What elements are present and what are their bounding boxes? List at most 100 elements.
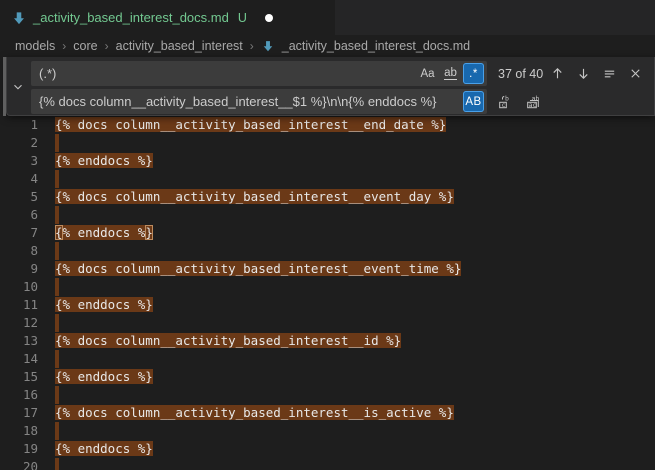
regex-toggle[interactable]: .*	[463, 63, 484, 84]
editor-code-line[interactable]: {% docs column__activity_based_interest_…	[55, 332, 401, 350]
line-number: 18	[0, 422, 38, 440]
whole-word-toggle[interactable]: ab	[440, 63, 461, 84]
markdown-file-icon	[262, 40, 274, 52]
whole-word-label: ab	[444, 68, 457, 80]
line-number: 5	[0, 188, 38, 206]
find-match-highlight[interactable]: {% enddocs %}	[55, 153, 153, 168]
editor-line: 14	[0, 350, 655, 368]
bracket-match-close[interactable]: }	[145, 225, 153, 240]
editor-line: 11{% enddocs %}	[0, 296, 655, 314]
find-match-highlight[interactable]: {% docs column__activity_based_interest_…	[55, 333, 401, 348]
line-number: 13	[0, 332, 38, 350]
find-match-highlight[interactable]: {% enddocs %}	[55, 297, 153, 312]
editor-code-line[interactable]	[55, 314, 59, 332]
editor-code-line[interactable]	[55, 206, 59, 224]
find-match-highlight[interactable]: {% enddocs %}	[55, 369, 153, 384]
editor-line: 12	[0, 314, 655, 332]
git-status-badge: U	[238, 11, 247, 25]
editor-code-line[interactable]	[55, 242, 59, 260]
replace-all-icon[interactable]: ab ac	[522, 91, 544, 113]
previous-match-button[interactable]	[546, 63, 568, 85]
editor-code-line[interactable]	[55, 170, 59, 188]
zero-width-match-highlight	[55, 386, 59, 404]
zero-width-match-highlight	[55, 458, 59, 470]
breadcrumb: models › core › activity_based_interest …	[0, 35, 655, 57]
zero-width-match-highlight	[55, 134, 59, 152]
editor-line: 17 {% docs column__activity_based_interes…	[0, 404, 655, 422]
zero-width-match-highlight	[55, 350, 59, 368]
find-in-selection-button[interactable]	[598, 63, 620, 85]
chevron-right-icon: ›	[105, 39, 109, 53]
editor-code-line[interactable]: {% enddocs %}	[55, 152, 153, 170]
editor-code-line[interactable]: {% docs column__activity_based_interest_…	[55, 188, 454, 206]
zero-width-match-highlight	[55, 278, 59, 296]
editor-line: 15{% enddocs %}	[0, 368, 655, 386]
editor-code-line[interactable]: {% enddocs %}	[55, 224, 153, 242]
editor-code-line[interactable]: {% enddocs %}	[55, 296, 153, 314]
preserve-case-toggle[interactable]: AB	[463, 91, 484, 112]
match-case-toggle[interactable]: Aa	[417, 63, 438, 84]
editor-code-line[interactable]	[55, 134, 59, 152]
editor-code-line[interactable]: {% enddocs %}	[55, 440, 153, 458]
svg-text:ac: ac	[529, 100, 537, 108]
editor-line: 3{% enddocs %}	[0, 152, 655, 170]
match-text[interactable]: % enddocs %	[63, 225, 146, 240]
editor-code-line[interactable]: {% docs column__activity_based_interest_…	[55, 260, 461, 278]
find-input[interactable]: (.*) Aa ab .*	[31, 61, 487, 86]
editor-code-line[interactable]: {% docs column__activity_based_interest_…	[55, 404, 454, 422]
find-match-highlight[interactable]: {% docs column__activity_based_interest_…	[55, 405, 454, 420]
editor-code-line[interactable]: {% docs column__activity_based_interest_…	[55, 116, 446, 134]
editor-lines: 1{% docs column__activity_based_interest…	[0, 116, 655, 470]
editor-line: 13 {% docs column__activity_based_interes…	[0, 332, 655, 350]
replace-row: {% docs column__activity_based_interest_…	[31, 89, 544, 114]
find-row: (.*) Aa ab .* 37 of 40	[31, 61, 646, 86]
tab-activity-based-interest-docs[interactable]: _activity_based_interest_docs.md U	[0, 0, 335, 35]
editor-line: 10	[0, 278, 655, 296]
zero-width-match-highlight	[55, 314, 59, 332]
breadcrumb-item-models[interactable]: models	[15, 39, 55, 53]
bracket-match-open[interactable]: {	[55, 225, 63, 240]
editor-area: 1{% docs column__activity_based_interest…	[0, 57, 655, 470]
next-match-button[interactable]	[572, 63, 594, 85]
breadcrumb-item-file[interactable]: _activity_based_interest_docs.md	[282, 39, 470, 53]
match-case-label: Aa	[420, 68, 434, 80]
replace-buttons: b c ab ac	[494, 91, 544, 113]
line-number: 9	[0, 260, 38, 278]
regex-label: .*	[469, 68, 478, 80]
editor-line: 1{% docs column__activity_based_interest…	[0, 116, 655, 134]
breadcrumb-item-core[interactable]: core	[73, 39, 97, 53]
toggle-replace-chevron-icon[interactable]	[9, 78, 27, 96]
zero-width-match-highlight	[55, 170, 59, 188]
line-number: 7	[0, 224, 38, 242]
find-match-highlight[interactable]: {% docs column__activity_based_interest_…	[55, 189, 454, 204]
editor-code-line[interactable]	[55, 458, 59, 470]
zero-width-match-highlight	[55, 206, 59, 224]
chevron-right-icon: ›	[62, 39, 66, 53]
unsaved-changes-dot[interactable]	[265, 14, 273, 22]
line-number: 14	[0, 350, 38, 368]
editor-line: 9 {% docs column__activity_based_interest…	[0, 260, 655, 278]
line-number: 17	[0, 404, 38, 422]
replace-input-value[interactable]: {% docs column__activity_based_interest_…	[39, 94, 461, 109]
editor-tab-bar: _activity_based_interest_docs.md U	[0, 0, 655, 35]
editor-code-line[interactable]	[55, 422, 59, 440]
close-icon[interactable]	[624, 63, 646, 85]
find-match-highlight[interactable]: {% enddocs %}	[55, 441, 153, 456]
replace-icon[interactable]: b c	[494, 91, 516, 113]
editor-line: 20	[0, 458, 655, 470]
breadcrumb-item-activity-based-interest[interactable]: activity_based_interest	[116, 39, 243, 53]
editor-code-line[interactable]: {% enddocs %}	[55, 368, 153, 386]
editor-code-line[interactable]	[55, 386, 59, 404]
replace-input[interactable]: {% docs column__activity_based_interest_…	[31, 89, 487, 114]
line-number: 2	[0, 134, 38, 152]
find-input-value[interactable]: (.*)	[39, 66, 415, 81]
editor-code-line[interactable]	[55, 278, 59, 296]
editor-code-line[interactable]	[55, 350, 59, 368]
find-match-highlight[interactable]: {% docs column__activity_based_interest_…	[55, 117, 446, 132]
find-match-highlight[interactable]: {% docs column__activity_based_interest_…	[55, 261, 461, 276]
markdown-file-icon	[12, 11, 26, 25]
find-match-current[interactable]: {% enddocs %}	[55, 225, 153, 240]
line-number: 8	[0, 242, 38, 260]
svg-text:c: c	[502, 100, 506, 108]
find-widget-resize-sash[interactable]	[3, 57, 6, 116]
